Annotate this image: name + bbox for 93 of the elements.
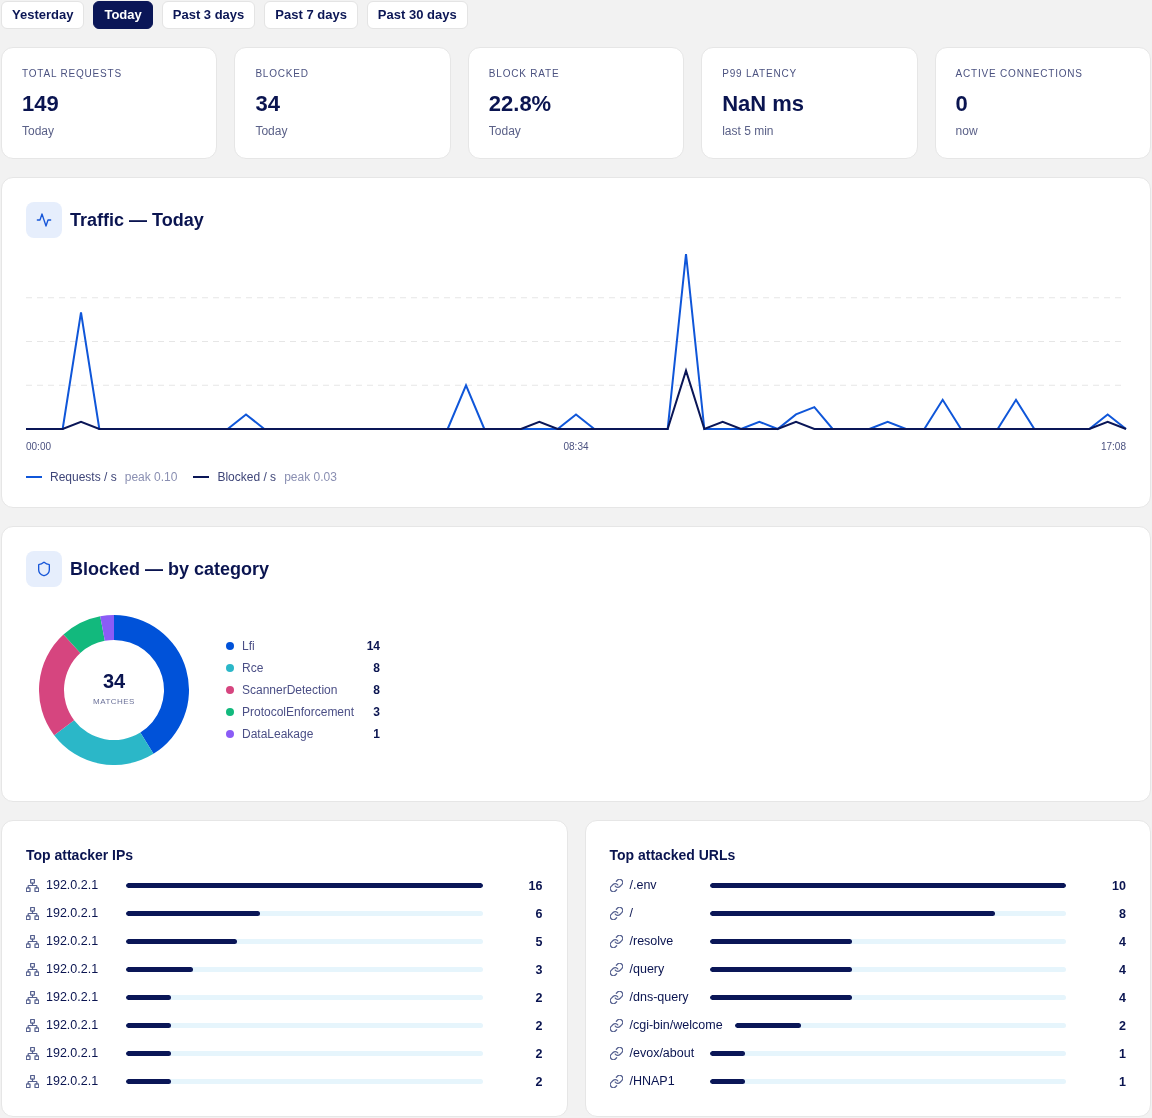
stat-value: 34 xyxy=(255,90,281,118)
ip-address: 192.0.2.1 xyxy=(46,932,100,950)
stat-label: ACTIVE CONNECTIONS xyxy=(955,67,1084,81)
value-label: 1 xyxy=(372,726,380,743)
ip-address: 192.0.2.1 xyxy=(46,988,100,1006)
url-path: /dns-query xyxy=(629,988,690,1006)
ip-address: 192.0.2.1 xyxy=(46,960,100,978)
stat-value: 0 xyxy=(955,90,969,118)
link-icon xyxy=(609,1046,623,1060)
value-label: 14 xyxy=(365,638,380,655)
network-icon xyxy=(26,962,39,976)
legend-peak: peak 0.10 xyxy=(124,469,178,485)
legend-label: Blocked / s xyxy=(217,469,277,485)
legend-label: DataLeakage xyxy=(242,726,314,743)
count-value: 1 xyxy=(1119,1075,1126,1089)
url-path: /.env xyxy=(629,876,658,894)
range-tab[interactable]: Past 30 days xyxy=(366,1,468,29)
count-value: 5 xyxy=(535,935,543,949)
network-icon xyxy=(26,1074,39,1088)
count-value: 2 xyxy=(1119,1019,1126,1033)
link-icon xyxy=(609,1018,623,1032)
count-value: 2 xyxy=(535,1075,543,1089)
stat-label: BLOCKED xyxy=(255,67,310,81)
count-value: 4 xyxy=(1119,935,1126,949)
center-value: 34 xyxy=(102,669,126,693)
link-icon xyxy=(609,906,623,920)
range-tab[interactable]: Today xyxy=(93,1,153,29)
count-value: 6 xyxy=(535,907,543,921)
count-value: 4 xyxy=(1119,963,1126,977)
link-icon xyxy=(609,1074,623,1088)
axis-label: 00:00 xyxy=(26,440,52,454)
value-label: 3 xyxy=(372,704,380,721)
range-tab[interactable]: Yesterday xyxy=(1,1,85,29)
count-value: 3 xyxy=(535,963,543,977)
count-value: 2 xyxy=(535,1019,543,1033)
stat-label: P99 LATENCY xyxy=(722,67,798,81)
ip-address: 192.0.2.1 xyxy=(46,1072,100,1090)
axis-label: 17:08 xyxy=(1100,440,1126,454)
url-path: /HNAP1 xyxy=(629,1072,676,1090)
count-value: 2 xyxy=(535,1047,543,1061)
stat-caption: now xyxy=(955,123,979,140)
ip-address: 192.0.2.1 xyxy=(46,876,100,894)
range-tab[interactable]: Past 7 days xyxy=(264,1,358,29)
count-value: 8 xyxy=(1119,907,1126,921)
url-path: /cgi-bin/welcome xyxy=(629,1016,723,1034)
url-path: /query xyxy=(629,960,666,978)
stat-caption: Today xyxy=(22,123,56,140)
ip-address: 192.0.2.1 xyxy=(46,1016,100,1034)
pulse-icon xyxy=(26,202,62,238)
url-path: / xyxy=(629,904,634,922)
value-label: 8 xyxy=(372,682,380,699)
count-value: 2 xyxy=(535,991,543,1005)
panel-title: Blocked — by category xyxy=(70,557,270,581)
stat-label: BLOCK RATE xyxy=(488,67,561,81)
count-value: 1 xyxy=(1119,1047,1126,1061)
legend-label: Requests / s xyxy=(50,469,117,485)
network-icon xyxy=(26,1046,39,1060)
stat-label: TOTAL REQUESTS xyxy=(22,67,123,81)
stat-caption: last 5 min xyxy=(722,123,775,140)
ip-address: 192.0.2.1 xyxy=(46,1044,100,1062)
axis-label: 08:34 xyxy=(563,440,589,454)
link-icon xyxy=(609,962,623,976)
stat-caption: Today xyxy=(488,123,522,140)
count-value: 16 xyxy=(528,879,543,893)
network-icon xyxy=(26,990,39,1004)
list-title: Top attacker IPs xyxy=(26,846,135,865)
panel-title: Traffic — Today xyxy=(70,208,204,232)
stat-caption: Today xyxy=(255,123,289,140)
stat-value: 22.8% xyxy=(488,90,553,118)
legend-label: Lfi xyxy=(242,638,255,655)
network-icon xyxy=(26,906,39,920)
stat-value: NaN ms xyxy=(722,90,806,118)
shield-icon xyxy=(26,551,62,587)
count-value: 4 xyxy=(1119,991,1126,1005)
range-tab[interactable]: Past 3 days xyxy=(161,1,256,29)
link-icon xyxy=(609,990,623,1004)
ip-address: 192.0.2.1 xyxy=(46,904,100,922)
legend-label: ProtocolEnforcement xyxy=(242,704,355,721)
stat-value: 149 xyxy=(22,90,60,118)
network-icon xyxy=(26,934,39,948)
link-icon xyxy=(609,934,623,948)
legend-label: ScannerDetection xyxy=(242,682,338,699)
count-value: 10 xyxy=(1112,879,1126,893)
network-icon xyxy=(26,878,39,892)
legend-peak: peak 0.03 xyxy=(284,469,337,485)
link-icon xyxy=(609,878,623,892)
list-title: Top attacked URLs xyxy=(609,846,737,865)
legend-label: Rce xyxy=(242,660,264,677)
url-path: /evox/about xyxy=(629,1044,696,1062)
url-path: /resolve xyxy=(629,932,675,950)
value-label: 8 xyxy=(372,660,380,677)
center-label: MATCHES xyxy=(93,697,135,707)
network-icon xyxy=(26,1018,39,1032)
